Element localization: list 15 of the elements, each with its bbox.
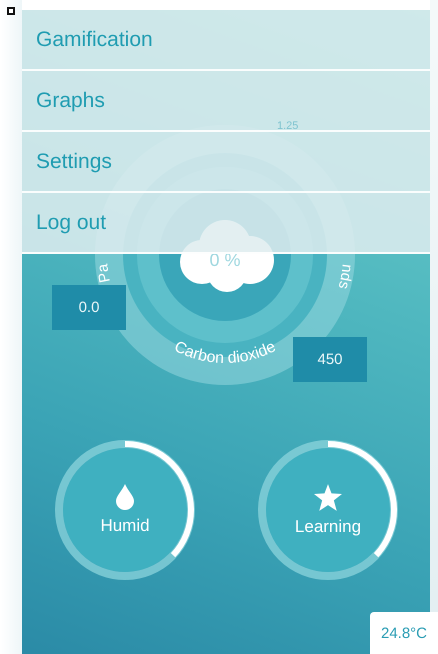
- value-box: 450: [293, 337, 367, 382]
- square-icon: [7, 7, 15, 15]
- menu-item[interactable]: Gamification: [22, 10, 430, 71]
- star-icon: [314, 484, 342, 510]
- gauge-arc-label: Carbon dioxide: [172, 338, 278, 368]
- gauge-max-value: 1.25: [277, 120, 298, 132]
- menu-item[interactable]: Log out: [22, 193, 430, 254]
- drop-icon: [116, 484, 134, 510]
- gauge-arc-label: nds: [334, 263, 356, 291]
- temperature-reading: 24.8°C: [370, 612, 438, 654]
- indicator-dial[interactable]: Learning: [258, 440, 398, 580]
- menu-item[interactable]: Settings: [22, 132, 430, 193]
- value-box: 0.0: [52, 285, 126, 330]
- gauge-arc-label: Pa: [94, 263, 114, 284]
- indicator-dial[interactable]: Humid: [55, 440, 195, 580]
